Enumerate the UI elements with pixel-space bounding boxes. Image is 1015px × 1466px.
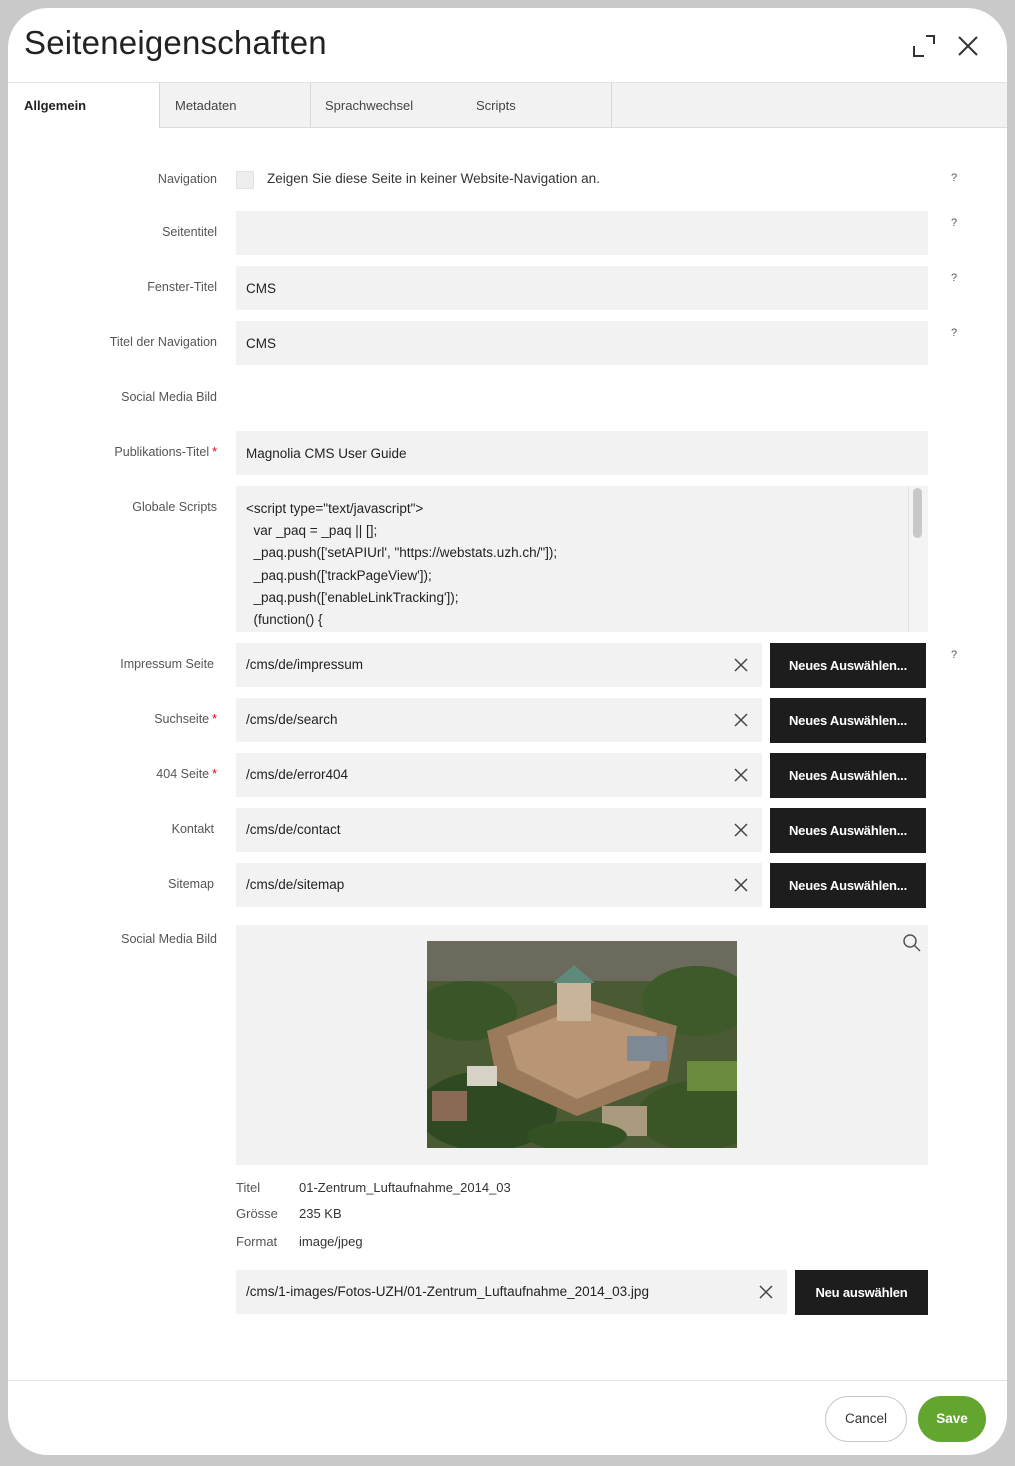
link-field-label: Impressum Seite [120, 657, 217, 671]
image-thumbnail[interactable] [427, 941, 737, 1148]
globale-scripts-label: Globale Scripts [132, 500, 217, 514]
link-field-label-text: Impressum Seite [120, 657, 214, 671]
dialog-header: Seiteneigenschaften [8, 8, 1007, 83]
seitentitel-input[interactable] [236, 211, 928, 255]
required-marker: * [212, 712, 217, 726]
required-marker: * [212, 767, 217, 781]
select-sitemap-button[interactable]: Neues Auswählen... [770, 863, 926, 908]
publikations-titel-label-text: Publikations-Titel [114, 445, 210, 459]
impressum-seite-field[interactable]: /cms/de/impressum [236, 643, 762, 687]
fenster-titel-input[interactable] [236, 266, 928, 310]
close-icon[interactable] [954, 32, 982, 60]
meta-format-label: Format [236, 1234, 278, 1249]
help-icon[interactable]: ? [951, 327, 957, 339]
social-media-bild-label: Social Media Bild [121, 390, 217, 404]
navigation-label: Navigation [157, 172, 217, 186]
page-properties-dialog: Seiteneigenschaften Allgemein Metadaten … [8, 8, 1007, 1455]
tab-divider [611, 83, 612, 128]
dialog-title: Seiteneigenschaften [24, 24, 327, 61]
textarea-scroll-thumb[interactable] [913, 488, 922, 538]
help-icon[interactable]: ? [951, 172, 957, 184]
link-field-label-text: Suchseite [154, 712, 210, 726]
hide-navigation-checkbox[interactable] [236, 171, 254, 189]
error404-field[interactable]: /cms/de/error404 [236, 753, 762, 797]
meta-titel-value: 01-Zentrum_Luftaufnahme_2014_03 [299, 1180, 511, 1195]
meta-groesse-value: 235 KB [299, 1206, 342, 1221]
required-marker: * [212, 445, 217, 459]
select-impressum-button[interactable]: Neues Auswählen... [770, 643, 926, 688]
save-button[interactable]: Save [918, 1396, 986, 1442]
fullscreen-icon[interactable] [910, 32, 938, 60]
globale-scripts-textarea[interactable]: <script type="text/javascript"> var _paq… [236, 486, 928, 632]
help-icon[interactable]: ? [951, 217, 957, 229]
select-kontakt-button[interactable]: Neues Auswählen... [770, 808, 926, 853]
select-error404-button[interactable]: Neues Auswählen... [770, 753, 926, 798]
seitentitel-label: Seitentitel [162, 225, 217, 239]
meta-groesse-label: Grösse [236, 1206, 278, 1221]
publikations-titel-input[interactable] [236, 431, 928, 475]
clear-icon[interactable] [734, 713, 748, 727]
clear-icon[interactable] [759, 1285, 773, 1299]
clear-icon[interactable] [734, 658, 748, 672]
clear-icon[interactable] [734, 878, 748, 892]
sitemap-field[interactable]: /cms/de/sitemap [236, 863, 762, 907]
cancel-button[interactable]: Cancel [825, 1396, 907, 1442]
help-icon[interactable]: ? [951, 272, 957, 284]
clear-icon[interactable] [734, 768, 748, 782]
tab-metadaten[interactable]: Metadaten [159, 83, 310, 128]
titel-navigation-input[interactable] [236, 321, 928, 365]
kontakt-field[interactable]: /cms/de/contact [236, 808, 762, 852]
zoom-icon[interactable] [902, 933, 922, 953]
image-path-field[interactable]: /cms/1-images/Fotos-UZH/01-Zentrum_Lufta… [236, 1270, 787, 1314]
select-suchseite-button[interactable]: Neues Auswählen... [770, 698, 926, 743]
footer-divider [8, 1380, 1007, 1381]
tab-sprachwechsel[interactable]: Sprachwechsel [309, 83, 460, 128]
link-field-label: Sitemap [168, 877, 217, 891]
link-field-label-text: Kontakt [171, 822, 214, 836]
meta-titel-label: Titel [236, 1180, 261, 1195]
hide-navigation-text: Zeigen Sie diese Seite in keiner Website… [267, 171, 600, 186]
help-icon[interactable]: ? [951, 649, 957, 661]
clear-icon[interactable] [734, 823, 748, 837]
link-field-label: Suchseite * [154, 712, 217, 726]
meta-format-value: image/jpeg [299, 1234, 363, 1249]
fenster-titel-label: Fenster-Titel [147, 280, 217, 294]
tab-allgemein[interactable]: Allgemein [8, 83, 159, 129]
tab-scripts[interactable]: Scripts [460, 83, 611, 128]
link-field-label: 404 Seite * [156, 767, 217, 781]
link-field-label: Kontakt [172, 822, 217, 836]
link-field-label-text: Sitemap [168, 877, 214, 891]
tab-bar: Allgemein Metadaten Sprachwechsel Script… [8, 83, 1007, 129]
social-media-bild-image-label: Social Media Bild [121, 932, 217, 946]
link-field-label-text: 404 Seite [156, 767, 210, 781]
suchseite-field[interactable]: /cms/de/search [236, 698, 762, 742]
publikations-titel-label: Publikations-Titel * [114, 445, 217, 459]
titel-navigation-label: Titel der Navigation [109, 335, 217, 349]
reselect-image-button[interactable]: Neu auswählen [795, 1270, 928, 1315]
